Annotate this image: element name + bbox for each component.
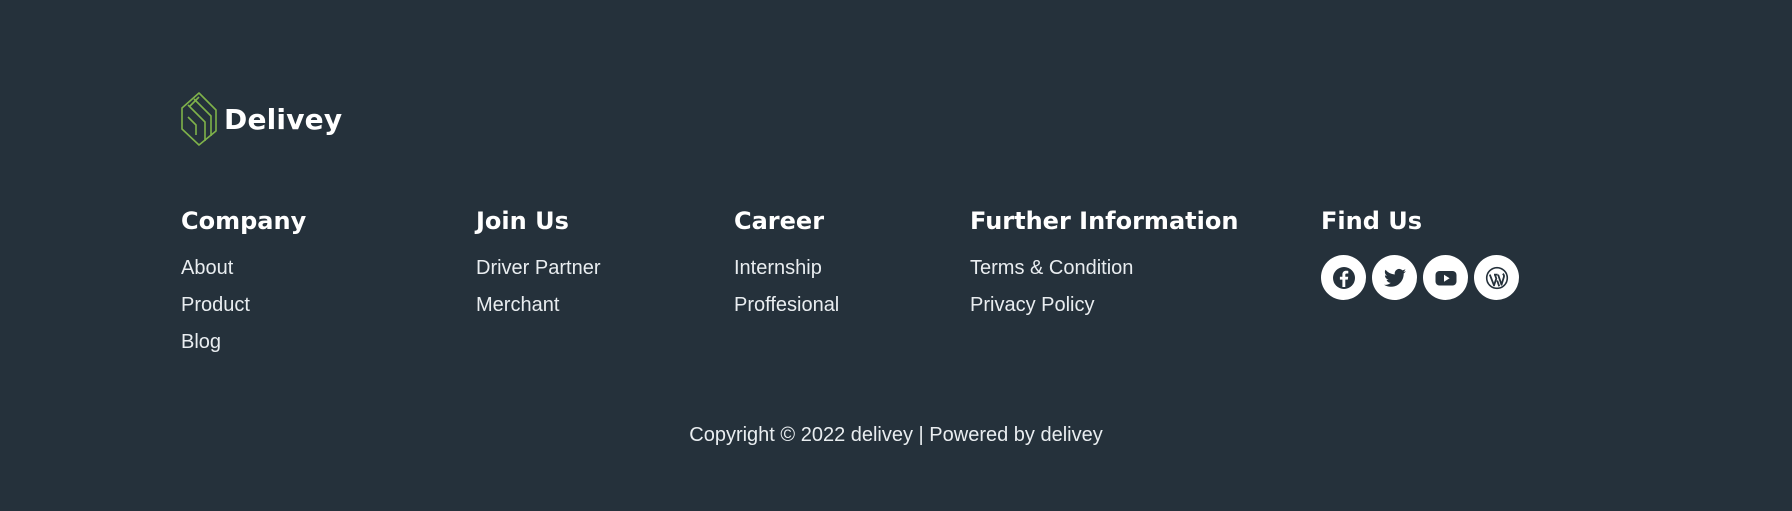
brand-logo[interactable]: Delivey — [180, 91, 342, 147]
copyright-text: Copyright © 2022 delivey | Powered by de… — [689, 424, 1103, 446]
footer-link-about[interactable]: About — [181, 257, 233, 279]
wordpress-icon — [1485, 266, 1508, 289]
footer-column-find-us: Find Us — [1321, 205, 1519, 300]
footer-link-driver-partner[interactable]: Driver Partner — [476, 257, 600, 279]
footer-column-join-us: Join Us Driver Partner Merchant — [476, 205, 600, 329]
footer-column-company: Company About Product Blog — [181, 205, 306, 366]
column-heading: Join Us — [476, 207, 569, 235]
footer-link-merchant[interactable]: Merchant — [476, 294, 559, 316]
wordpress-button[interactable] — [1474, 255, 1519, 300]
twitter-button[interactable] — [1372, 255, 1417, 300]
footer-column-career: Career Internship Proffesional — [734, 205, 839, 329]
brand-name: Delivey — [224, 102, 343, 136]
facebook-icon — [1332, 266, 1355, 289]
footer-link-terms[interactable]: Terms & Condition — [970, 257, 1133, 279]
facebook-button[interactable] — [1321, 255, 1366, 300]
column-heading: Find Us — [1321, 207, 1423, 235]
column-heading: Further Information — [970, 207, 1239, 235]
column-heading: Career — [734, 207, 825, 235]
youtube-button[interactable] — [1423, 255, 1468, 300]
column-heading: Company — [181, 207, 307, 235]
footer-link-privacy[interactable]: Privacy Policy — [970, 294, 1094, 316]
footer-link-blog[interactable]: Blog — [181, 331, 221, 353]
footer-link-proffesional[interactable]: Proffesional — [734, 294, 839, 316]
social-links — [1321, 255, 1519, 300]
package-logo-icon — [181, 92, 217, 146]
youtube-icon — [1435, 270, 1456, 285]
twitter-icon — [1383, 268, 1406, 287]
footer-column-further-information: Further Information Terms & Condition Pr… — [970, 205, 1238, 329]
footer-link-product[interactable]: Product — [181, 294, 250, 316]
footer-link-internship[interactable]: Internship — [734, 257, 822, 279]
